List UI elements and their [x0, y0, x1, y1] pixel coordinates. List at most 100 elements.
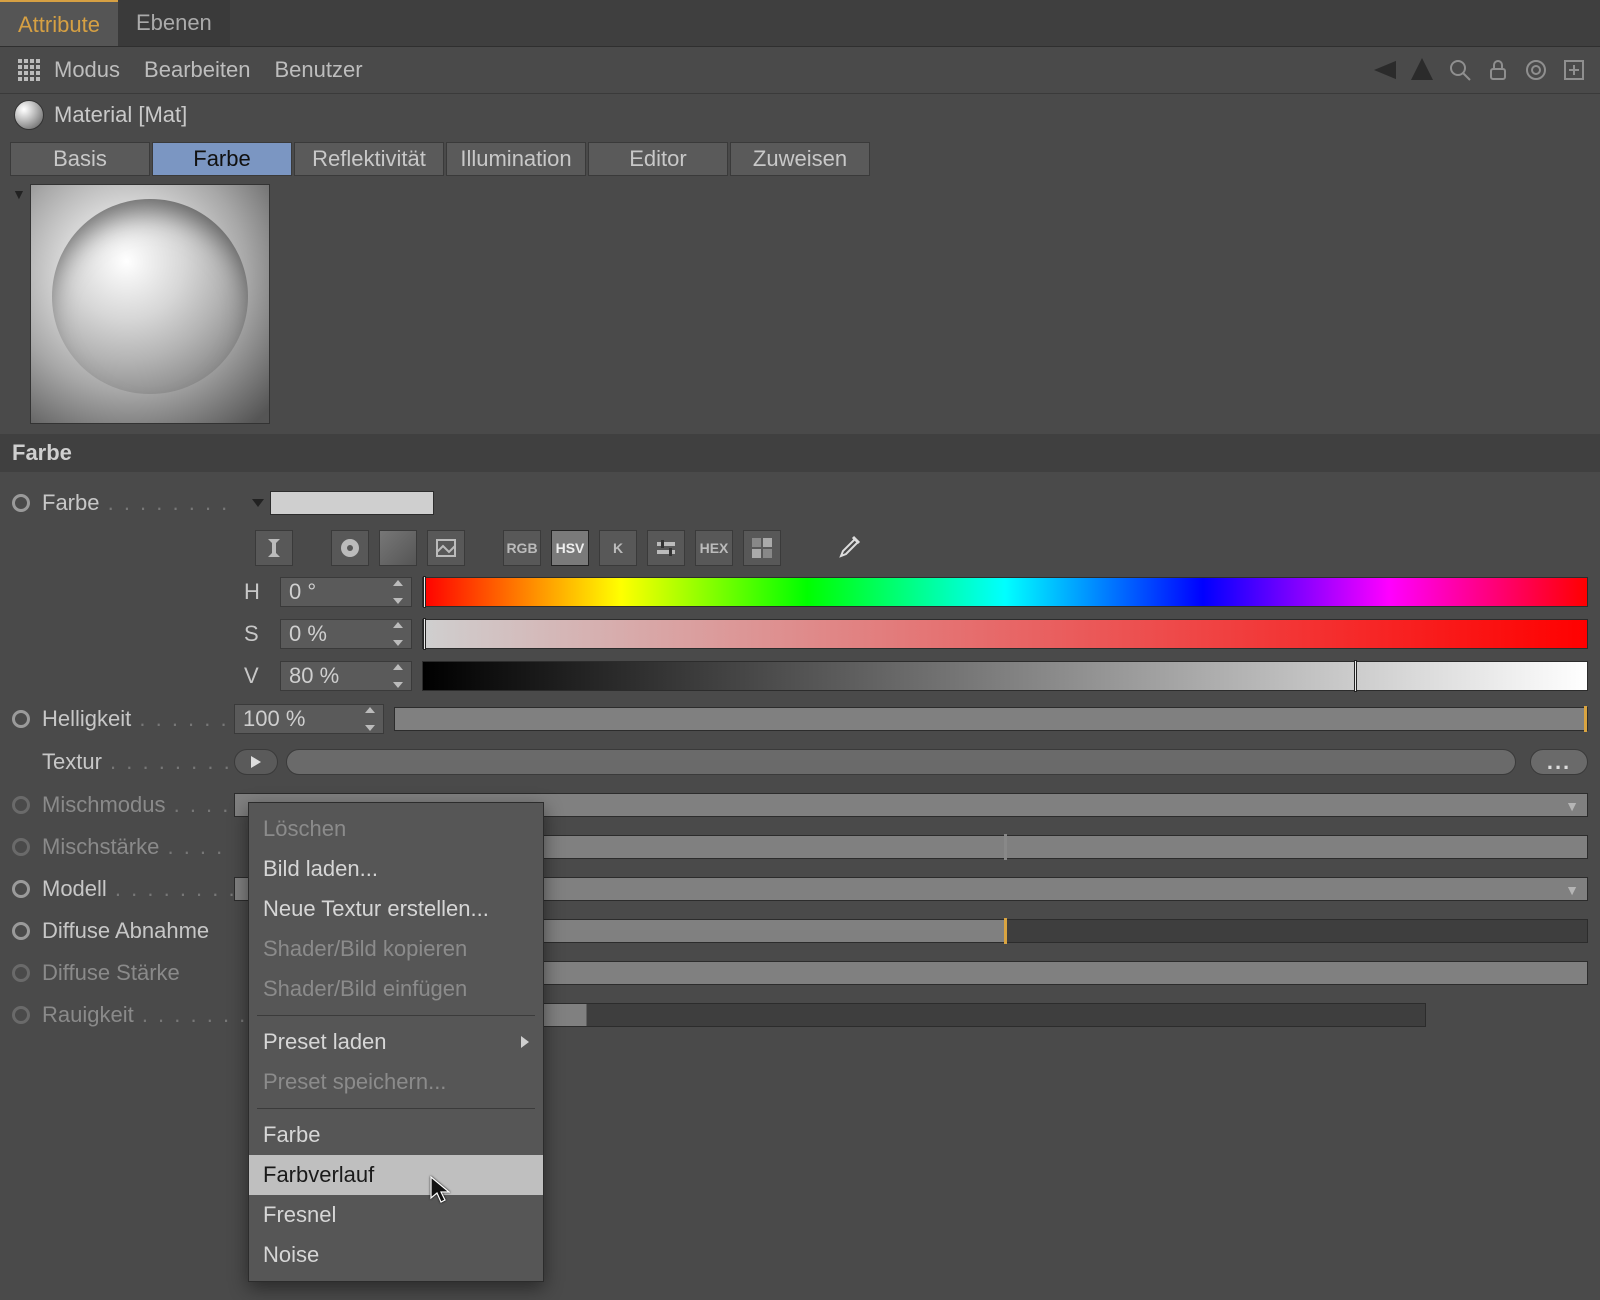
- slider-helligkeit[interactable]: [394, 707, 1588, 731]
- row-helligkeit: Helligkeit 100 %: [12, 698, 1588, 740]
- search-icon[interactable]: [1448, 58, 1472, 82]
- toolbar: Modus Bearbeiten Benutzer: [0, 47, 1600, 94]
- menu-item-farbe[interactable]: Farbe: [249, 1115, 543, 1155]
- slider-hue[interactable]: [422, 577, 1588, 607]
- menu-item-preset-laden[interactable]: Preset laden: [249, 1022, 543, 1062]
- subtab-farbe[interactable]: Farbe: [152, 142, 292, 176]
- slider-diffuse-staerke[interactable]: [426, 961, 1588, 985]
- input-helligkeit[interactable]: 100 %: [234, 704, 384, 734]
- texture-browse-button[interactable]: ...: [1530, 749, 1588, 775]
- menu-benutzer[interactable]: Benutzer: [274, 57, 362, 83]
- row-textur: Textur ...: [12, 740, 1588, 784]
- preview-row: ▼: [0, 184, 1600, 434]
- material-subtabs: Basis Farbe Reflektivität Illumination E…: [0, 136, 1600, 184]
- row-val: V 80 %: [12, 656, 1588, 696]
- input-sat[interactable]: 0 %: [280, 619, 412, 649]
- picker-mode-k[interactable]: K: [599, 530, 637, 566]
- input-val[interactable]: 80 %: [280, 661, 412, 691]
- texture-context-menu: Löschen Bild laden... Neue Textur erstel…: [248, 802, 544, 1282]
- grid-icon[interactable]: [14, 55, 44, 85]
- slider-mischstaerke[interactable]: [426, 835, 1588, 859]
- menu-modus[interactable]: Modus: [54, 57, 120, 83]
- material-thumb-icon: [14, 100, 44, 130]
- row-hue: H 0 °: [12, 572, 1588, 612]
- keyframe-dot: [12, 796, 30, 814]
- color-picker-tools: RGB HSV K HEX: [255, 524, 1588, 572]
- keyframe-dot[interactable]: [12, 922, 30, 940]
- eyedropper-icon[interactable]: [829, 530, 867, 566]
- label-s: S: [12, 621, 280, 647]
- keyframe-dot[interactable]: [12, 880, 30, 898]
- subtab-illumination[interactable]: Illumination: [446, 142, 586, 176]
- label-rauigkeit: Rauigkeit: [42, 1002, 252, 1028]
- properties: Farbe RGB HSV K HEX H 0 ° S 0 % V: [0, 472, 1600, 1036]
- slider-sat[interactable]: [422, 619, 1588, 649]
- menu-separator: [257, 1015, 535, 1016]
- section-farbe-title: Farbe: [0, 434, 1600, 472]
- picker-vertical-icon[interactable]: [255, 530, 293, 566]
- menu-item-neue-textur[interactable]: Neue Textur erstellen...: [249, 889, 543, 929]
- target-icon[interactable]: [1524, 58, 1548, 82]
- keyframe-dot: [12, 838, 30, 856]
- material-preview[interactable]: [30, 184, 270, 424]
- nav-up-icon[interactable]: [1410, 58, 1434, 82]
- hsv-sliders: H 0 ° S 0 % V 80 %: [12, 572, 1588, 696]
- subtab-reflektivitaet[interactable]: Reflektivität: [294, 142, 444, 176]
- label-modell: Modell: [42, 876, 234, 902]
- texture-menu-button[interactable]: [234, 749, 278, 775]
- keyframe-dot: [12, 1006, 30, 1024]
- row-sat: S 0 %: [12, 614, 1588, 654]
- subtab-editor[interactable]: Editor: [588, 142, 728, 176]
- menu-item-bild-laden[interactable]: Bild laden...: [249, 849, 543, 889]
- preview-collapse-icon[interactable]: ▼: [12, 186, 26, 202]
- label-helligkeit: Helligkeit: [42, 706, 234, 732]
- menu-item-fresnel[interactable]: Fresnel: [249, 1195, 543, 1235]
- menu-separator: [257, 1108, 535, 1109]
- label-textur: Textur: [42, 749, 234, 775]
- lock-icon[interactable]: [1486, 58, 1510, 82]
- menu-item-shader-einfuegen[interactable]: Shader/Bild einfügen: [249, 969, 543, 1009]
- material-header: Material [Mat]: [0, 94, 1600, 136]
- material-name: Material [Mat]: [54, 102, 187, 128]
- menu-item-noise[interactable]: Noise: [249, 1235, 543, 1275]
- picker-mode-hex[interactable]: HEX: [695, 530, 733, 566]
- new-panel-icon[interactable]: [1562, 58, 1586, 82]
- picker-mode-hsv[interactable]: HSV: [551, 530, 589, 566]
- nav-back-icon[interactable]: [1372, 58, 1396, 82]
- label-diffuse-staerke: Diffuse Stärke: [42, 960, 252, 986]
- texture-field[interactable]: [286, 749, 1516, 775]
- menu-item-loeschen[interactable]: Löschen: [249, 809, 543, 849]
- tab-attribute[interactable]: Attribute: [0, 0, 118, 46]
- keyframe-dot[interactable]: [12, 494, 30, 512]
- menu-item-shader-kopieren[interactable]: Shader/Bild kopieren: [249, 929, 543, 969]
- menu-item-farbverlauf[interactable]: Farbverlauf: [249, 1155, 543, 1195]
- color-swatch[interactable]: [270, 491, 434, 515]
- label-mischmodus: Mischmodus: [42, 792, 234, 818]
- keyframe-dot[interactable]: [12, 710, 30, 728]
- picker-spectrum-icon[interactable]: [379, 530, 417, 566]
- picker-image-icon[interactable]: [427, 530, 465, 566]
- label-v: V: [12, 663, 280, 689]
- slider-diffuse-abnahme[interactable]: [426, 919, 1588, 943]
- picker-swatches-icon[interactable]: [743, 530, 781, 566]
- picker-mixer-icon[interactable]: [647, 530, 685, 566]
- label-farbe: Farbe: [42, 490, 252, 516]
- mouse-cursor-icon: [430, 1176, 450, 1204]
- picker-mode-rgb[interactable]: RGB: [503, 530, 541, 566]
- keyframe-dot: [12, 964, 30, 982]
- panel-tabstrip: Attribute Ebenen: [0, 0, 1600, 47]
- subtab-zuweisen[interactable]: Zuweisen: [730, 142, 870, 176]
- subtab-basis[interactable]: Basis: [10, 142, 150, 176]
- label-h: H: [12, 579, 280, 605]
- row-farbe: Farbe: [12, 482, 1588, 524]
- input-hue[interactable]: 0 °: [280, 577, 412, 607]
- menu-bearbeiten[interactable]: Bearbeiten: [144, 57, 250, 83]
- slider-val[interactable]: [422, 661, 1588, 691]
- farbe-expand-icon[interactable]: [252, 499, 264, 507]
- label-mischstaerke: Mischstärke: [42, 834, 234, 860]
- picker-wheel-icon[interactable]: [331, 530, 369, 566]
- menu-item-preset-speichern[interactable]: Preset speichern...: [249, 1062, 543, 1102]
- label-diffuse-abnahme: Diffuse Abnahme: [42, 918, 252, 944]
- slider-rauigkeit[interactable]: [426, 1003, 1426, 1027]
- tab-layers[interactable]: Ebenen: [118, 0, 230, 46]
